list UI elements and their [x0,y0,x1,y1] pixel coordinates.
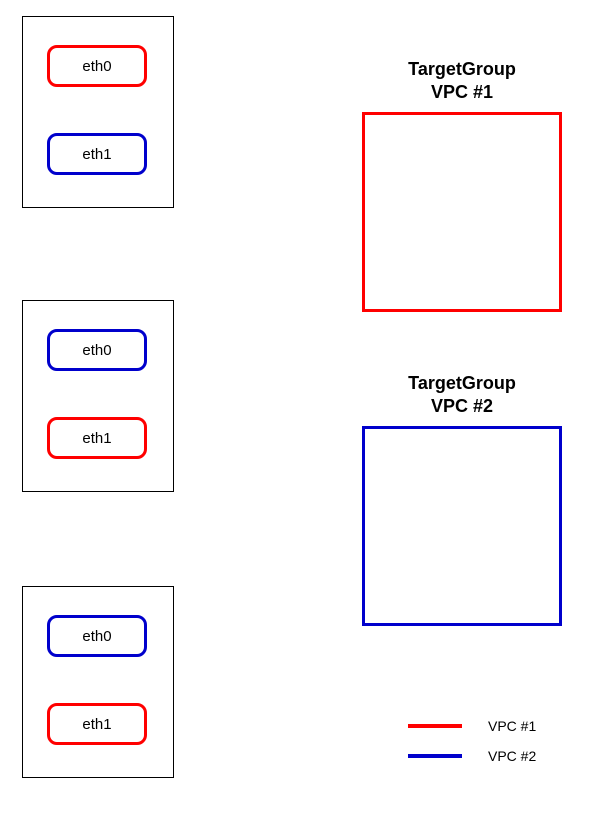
legend-label-vpc1: VPC #1 [488,718,536,734]
legend-swatch-red [408,724,462,728]
targetgroup2-title: TargetGroup VPC #2 [352,372,572,417]
legend-row-vpc1: VPC #1 [408,718,536,734]
diagram-stage: eth0 eth1 eth0 eth1 eth0 eth1 TargetGrou… [0,0,600,836]
targetgroup1-title: TargetGroup VPC #1 [352,58,572,103]
instance1-iface0: eth0 [47,45,147,87]
instance2-iface0: eth0 [47,329,147,371]
instance1-iface1: eth1 [47,133,147,175]
instance3-iface0: eth0 [47,615,147,657]
targetgroup1-box [362,112,562,312]
tg1-title-line2: VPC #1 [431,82,493,102]
tg1-title-line1: TargetGroup [408,59,516,79]
legend-row-vpc2: VPC #2 [408,748,536,764]
instance-box-2: eth0 eth1 [22,300,174,492]
instance-box-3: eth0 eth1 [22,586,174,778]
legend: VPC #1 VPC #2 [408,718,536,778]
legend-swatch-blue [408,754,462,758]
tg2-title-line2: VPC #2 [431,396,493,416]
instance3-iface1: eth1 [47,703,147,745]
targetgroup2-box [362,426,562,626]
instance-box-1: eth0 eth1 [22,16,174,208]
legend-label-vpc2: VPC #2 [488,748,536,764]
instance2-iface1: eth1 [47,417,147,459]
tg2-title-line1: TargetGroup [408,373,516,393]
